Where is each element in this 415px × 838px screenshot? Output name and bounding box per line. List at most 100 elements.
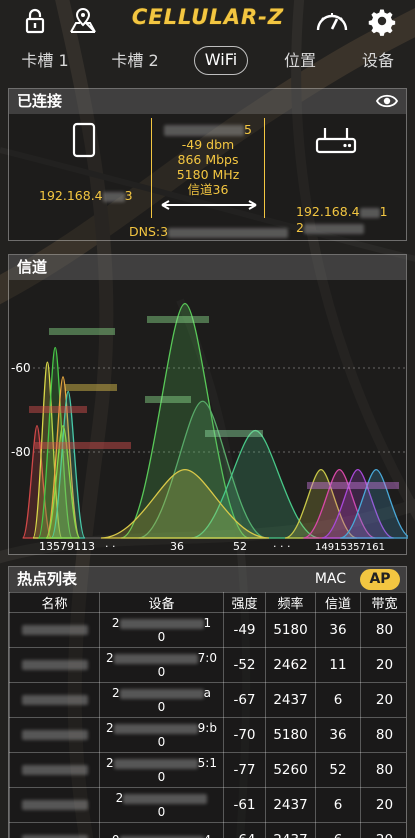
col-channel[interactable]: 信道 xyxy=(315,592,361,613)
mac-toggle-button[interactable]: MAC xyxy=(315,569,346,590)
row-strength: -49 xyxy=(223,612,266,648)
speedometer-icon[interactable] xyxy=(314,6,350,36)
channel-chart: -60 -80 13579113 · · 36 52 · · · 1491535… xyxy=(9,280,408,554)
tab-slot-2[interactable]: 卡槽 2 xyxy=(100,46,170,76)
router-icon xyxy=(315,128,357,154)
hotspot-title: 热点列表 xyxy=(17,570,78,588)
row-device-tail: 4 xyxy=(204,833,212,838)
connected-title: 已连接 xyxy=(17,92,63,110)
row-strength: -64 xyxy=(223,822,266,838)
row-device: 210 xyxy=(99,612,224,648)
row-device-line1: 2 5:1 xyxy=(101,756,223,770)
row-device-tail: a xyxy=(203,686,211,700)
redacted-block xyxy=(21,625,88,635)
row-device-line1: 04 xyxy=(101,833,223,838)
row-bandwidth: 20 xyxy=(360,647,406,683)
row-device-line1: 2 9:b xyxy=(101,721,223,735)
row-name xyxy=(9,682,100,718)
row-frequency: 5180 xyxy=(265,612,316,648)
table-row[interactable]: 2 0 -61 2437 6 20 xyxy=(9,787,406,823)
channel-header: 信道 xyxy=(9,255,406,280)
row-frequency: 2462 xyxy=(265,647,316,683)
row-channel: 36 xyxy=(315,612,361,648)
phone-ip: 192.168.4 3 xyxy=(39,188,133,203)
ap-toggle-button[interactable]: AP xyxy=(360,569,400,590)
table-row[interactable]: 2 9:b 0 -70 5180 36 80 xyxy=(9,717,406,753)
redacted-block xyxy=(168,227,289,238)
view-toggle: MAC AP xyxy=(290,569,400,590)
eye-icon[interactable] xyxy=(376,93,398,109)
phone-ip-suffix: 3 xyxy=(124,188,133,203)
table-row[interactable]: 2 1 0 -49 5180 36 80 xyxy=(9,612,406,648)
col-strength[interactable]: 强度 xyxy=(223,592,266,613)
redacted-block xyxy=(307,482,399,489)
row-device-tail: 5:1 xyxy=(197,756,217,770)
row-bandwidth: 20 xyxy=(360,682,406,718)
row-channel: 6 xyxy=(315,787,361,823)
table-header-row: 名称 设备 强度 频率 信道 带宽 xyxy=(9,592,406,613)
tab-location[interactable]: 位置 xyxy=(270,46,330,76)
connected-body: 192.168.4 3 5 -49 dbm 866 Mbps 5180 MHz 信… xyxy=(9,114,406,240)
lock-icon[interactable] xyxy=(20,6,50,36)
row-name xyxy=(9,612,100,648)
row-device-start: 2 xyxy=(106,756,114,770)
redacted-block xyxy=(119,618,204,629)
tab-slot-1[interactable]: 卡槽 1 xyxy=(10,46,80,76)
ssid-suffix: 5 xyxy=(244,122,252,137)
tab-bar: 卡槽 1 卡槽 2 WiFi 位置 设备 xyxy=(0,46,415,76)
row-device-line1: 21 xyxy=(101,616,223,630)
x-label-52: 52 xyxy=(233,540,247,553)
redacted-block xyxy=(123,793,208,804)
row-channel: 36 xyxy=(315,717,361,753)
redacted-block xyxy=(147,316,209,323)
col-frequency[interactable]: 频率 xyxy=(265,592,316,613)
row-device-line2: 0 xyxy=(157,770,166,784)
row-frequency: 5180 xyxy=(265,717,316,753)
row-strength: -61 xyxy=(223,787,266,823)
redacted-block xyxy=(49,328,115,335)
row-device: 20 xyxy=(99,787,224,823)
row-device: 2 5:1 0 xyxy=(99,752,224,788)
redacted-block xyxy=(35,442,131,449)
redacted-block xyxy=(119,688,204,699)
connected-panel: 已连接 192.168.4 3 5 -49 dbm 866 Mbps 5180 M… xyxy=(8,88,407,241)
col-device[interactable]: 设备 xyxy=(99,592,224,613)
dns-info: DNS:3 xyxy=(129,224,289,239)
redacted-block xyxy=(21,800,88,810)
gear-icon[interactable] xyxy=(367,6,397,36)
x-label-dots-2: · · · xyxy=(273,540,290,553)
tab-wifi[interactable]: WiFi xyxy=(194,46,248,75)
row-device-line2: 0 xyxy=(157,700,166,714)
row-channel: 6 xyxy=(315,822,361,838)
row-device-line2: 0 xyxy=(157,665,166,679)
table-row[interactable]: 2 5:1 0 -77 5260 52 80 xyxy=(9,752,406,788)
table-row[interactable]: 04-642437620 xyxy=(9,822,406,838)
table-row[interactable]: 2 7:0 0 -52 2462 11 20 xyxy=(9,647,406,683)
row-device-line2: 0 xyxy=(157,735,166,749)
channel: 信道36 xyxy=(187,182,229,197)
signal-strength: -49 dbm xyxy=(181,137,235,152)
row-device-start: 2 xyxy=(106,651,114,665)
col-bandwidth[interactable]: 带宽 xyxy=(360,592,406,613)
x-label-2g: 13579113 xyxy=(39,540,95,553)
ssid-line: 5 xyxy=(152,122,264,137)
row-channel: 6 xyxy=(315,682,361,718)
map-pin-icon[interactable] xyxy=(68,6,98,36)
col-name[interactable]: 名称 xyxy=(9,592,100,613)
channel-title: 信道 xyxy=(17,258,48,276)
phone-ip-prefix: 192.168.4 xyxy=(39,188,103,203)
redacted-block xyxy=(145,396,191,403)
row-bandwidth: 80 xyxy=(360,717,406,753)
y-label-60: -60 xyxy=(11,361,31,375)
row-strength: -52 xyxy=(223,647,266,683)
row-device-start: 2 xyxy=(115,791,124,805)
redacted-block xyxy=(21,695,88,705)
redacted-block xyxy=(21,660,88,670)
hotspot-panel: 热点列表 MAC AP 名称 设备 强度 频率 信道 带宽 2 1 0 -49 5180… xyxy=(8,566,407,838)
redacted-block xyxy=(164,125,245,136)
tab-device[interactable]: 设备 xyxy=(350,46,406,76)
table-row[interactable]: 2 a 0 -67 2437 6 20 xyxy=(9,682,406,718)
hotspot-table: 名称 设备 强度 频率 信道 带宽 2 1 0 -49 5180 36 80 2 7:0 0 -52… xyxy=(9,592,406,838)
link-info: 5 -49 dbm 866 Mbps 5180 MHz 信道36 xyxy=(151,118,265,218)
row-name xyxy=(9,822,100,838)
